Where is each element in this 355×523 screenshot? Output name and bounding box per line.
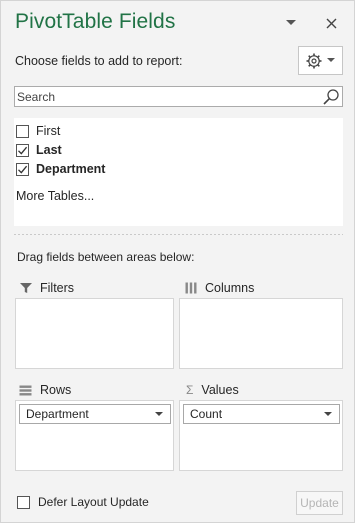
defer-layout-update[interactable]: Defer Layout Update xyxy=(17,495,149,509)
checkmark-icon xyxy=(18,146,28,155)
filter-icon xyxy=(20,283,32,293)
task-pane-options-button[interactable] xyxy=(281,13,301,33)
rows-drop-area[interactable]: Department xyxy=(15,400,174,471)
rows-icon xyxy=(19,385,32,395)
columns-label: Columns xyxy=(205,281,255,295)
chevron-down-icon[interactable] xyxy=(324,412,332,417)
close-icon xyxy=(326,18,336,28)
field-item-department[interactable]: Department xyxy=(16,160,105,178)
search-box[interactable] xyxy=(14,86,343,107)
field-label: First xyxy=(36,124,61,138)
rows-label: Rows xyxy=(40,383,72,397)
checkmark-icon xyxy=(18,165,28,174)
field-item-first[interactable]: First xyxy=(16,122,60,140)
gear-icon xyxy=(306,53,322,68)
drag-fields-label: Drag fields between areas below: xyxy=(17,250,195,264)
columns-icon xyxy=(185,282,197,294)
filters-drop-area[interactable] xyxy=(15,298,174,369)
choose-fields-label: Choose fields to add to report: xyxy=(15,54,183,68)
search-input[interactable] xyxy=(17,88,317,105)
chevron-down-icon xyxy=(286,20,296,25)
columns-area-header: Columns xyxy=(185,279,254,297)
defer-label: Defer Layout Update xyxy=(38,495,149,509)
divider xyxy=(14,234,343,235)
values-field-label: Count xyxy=(190,407,223,421)
pivottable-fields-pane: PivotTable Fields Choose fields to add t… xyxy=(0,0,355,523)
filters-label: Filters xyxy=(40,281,75,295)
rows-field-label: Department xyxy=(26,407,89,421)
rows-area-header: Rows xyxy=(19,381,71,399)
update-button[interactable]: Update xyxy=(296,491,343,515)
pane-title: PivotTable Fields xyxy=(15,10,176,33)
columns-drop-area[interactable] xyxy=(179,298,343,369)
filters-area-header: Filters xyxy=(19,279,74,297)
chevron-down-icon xyxy=(327,58,335,62)
values-area-header: Σ Values xyxy=(186,381,239,399)
field-label: Last xyxy=(36,143,62,157)
more-tables-link[interactable]: More Tables... xyxy=(16,189,94,203)
close-button[interactable] xyxy=(321,13,341,33)
chevron-down-icon[interactable] xyxy=(155,412,163,417)
field-checkbox-first[interactable] xyxy=(16,124,29,138)
field-checkbox-department[interactable] xyxy=(16,162,29,176)
field-list: First Last Department More Tables... xyxy=(14,118,343,226)
field-checkbox-last[interactable] xyxy=(16,143,29,157)
values-field-count[interactable]: Count xyxy=(183,404,340,424)
tools-button[interactable] xyxy=(298,46,343,75)
values-label: Values xyxy=(201,383,239,397)
search-icon[interactable] xyxy=(322,88,340,106)
values-drop-area[interactable]: Count xyxy=(179,400,343,471)
field-item-last[interactable]: Last xyxy=(16,141,62,159)
sigma-icon: Σ xyxy=(186,383,194,397)
rows-field-department[interactable]: Department xyxy=(19,404,171,424)
field-label: Department xyxy=(36,162,106,176)
defer-checkbox[interactable] xyxy=(17,495,30,509)
